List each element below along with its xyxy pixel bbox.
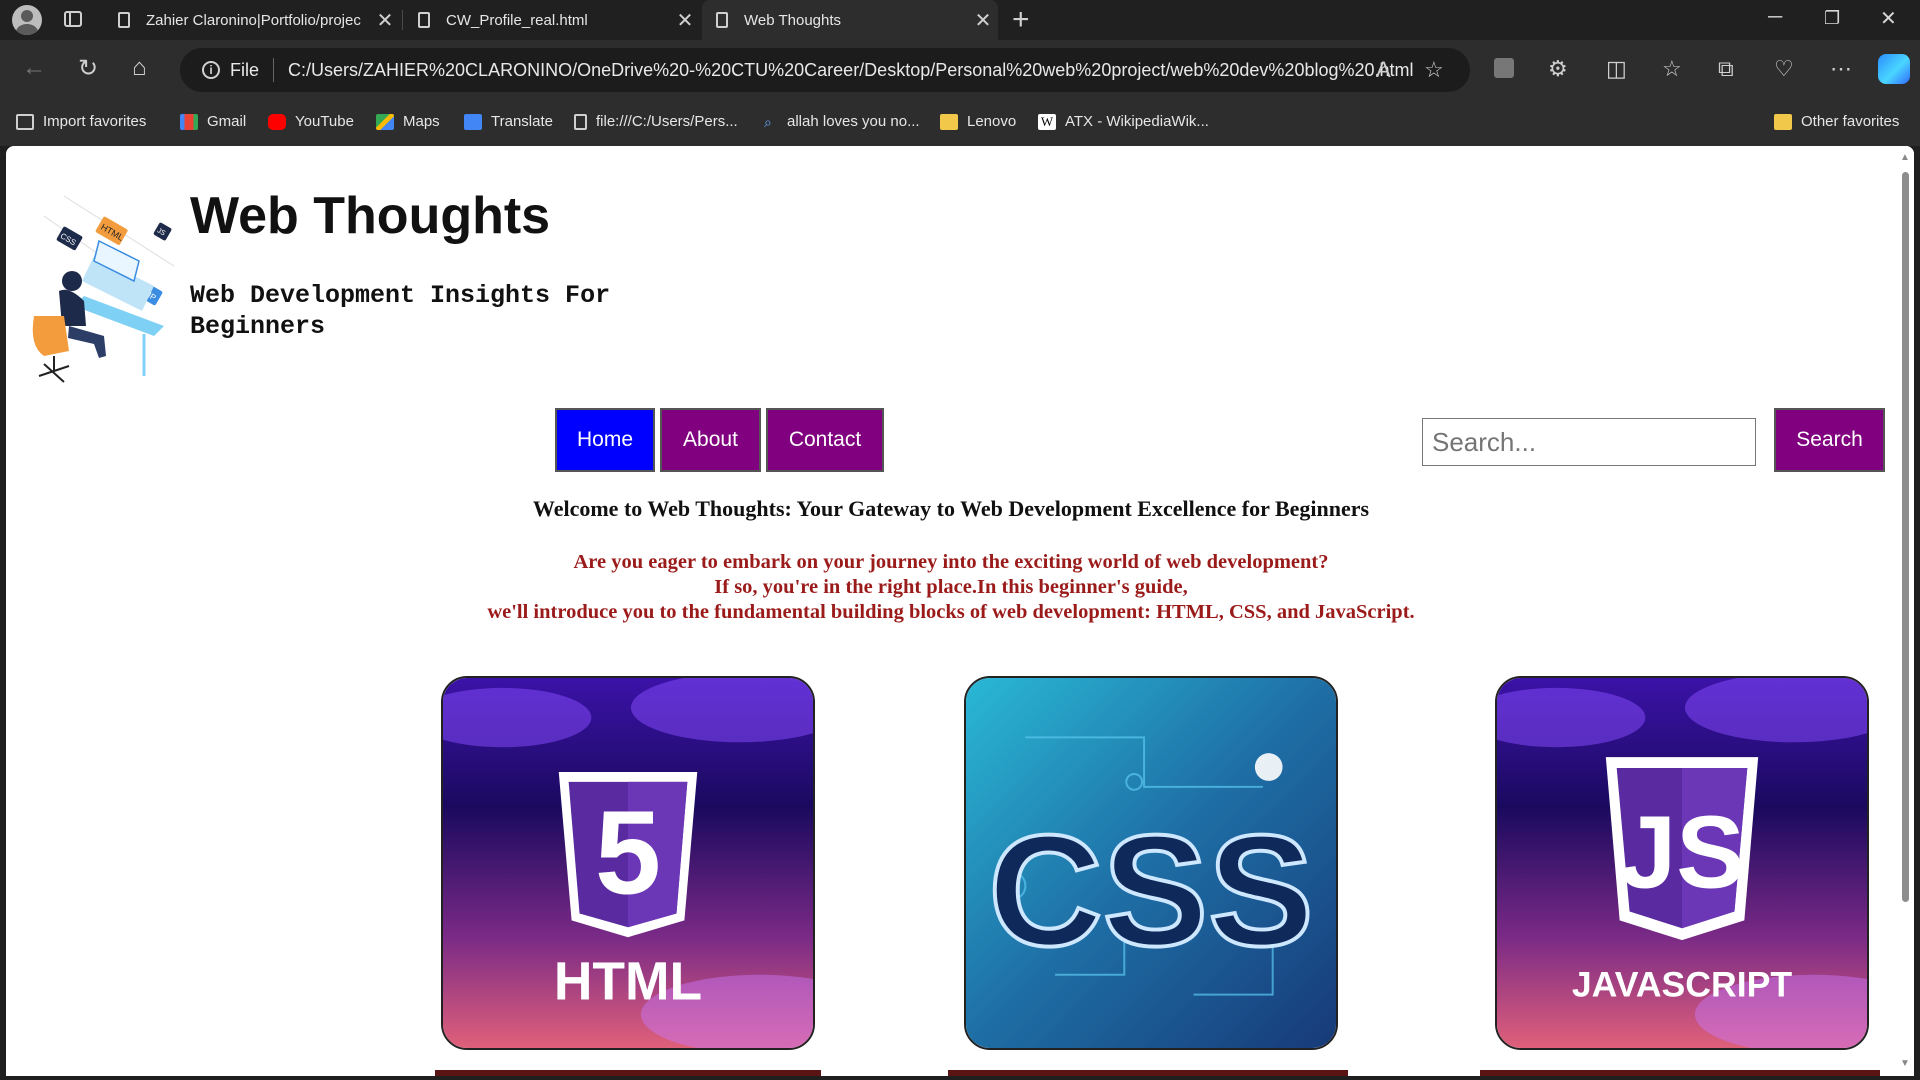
- scroll-up-icon[interactable]: ▲: [1900, 152, 1910, 163]
- intro-line: If so, you're in the right place.In this…: [714, 576, 1188, 598]
- favorite-translate[interactable]: Translate: [464, 113, 553, 130]
- favorite-import[interactable]: Import favorites: [16, 113, 146, 130]
- home-icon[interactable]: ⌂: [132, 54, 147, 82]
- document-icon: [716, 12, 728, 28]
- page-scrollbar[interactable]: ▲ ▼: [1896, 146, 1914, 1076]
- css-card[interactable]: CSS: [964, 676, 1338, 1050]
- import-icon: [16, 113, 34, 130]
- address-separator: [273, 58, 275, 82]
- css-card-footer-bar: [948, 1070, 1348, 1076]
- wikipedia-icon: W: [1038, 113, 1056, 130]
- close-tab-icon[interactable]: ✕: [968, 8, 998, 33]
- search-icon: ⌕: [764, 113, 772, 130]
- tab-separator: [402, 10, 403, 30]
- intro-line: Are you eager to embark on your journey …: [573, 551, 1329, 573]
- tab-actions-icon[interactable]: [64, 11, 82, 27]
- more-menu-icon[interactable]: ⋯: [1830, 56, 1852, 82]
- address-bar[interactable]: i File C:/Users/ZAHIER%20CLARONINO/OneDr…: [180, 48, 1470, 92]
- folder-icon: [940, 113, 958, 130]
- new-tab-icon[interactable]: +: [1012, 3, 1030, 37]
- search-button[interactable]: Search: [1774, 408, 1885, 472]
- html-card-label: HTML: [554, 953, 702, 1012]
- html-card[interactable]: 5 HTML: [441, 676, 815, 1050]
- html-card-footer-bar: [435, 1070, 821, 1076]
- profile-avatar-icon[interactable]: [12, 5, 42, 35]
- split-screen-icon[interactable]: ◫: [1606, 56, 1627, 82]
- html5-badge-text: 5: [595, 788, 661, 920]
- favorites-icon[interactable]: ☆: [1662, 56, 1682, 82]
- favorite-other-folder[interactable]: Other favorites: [1774, 113, 1899, 130]
- browser-essentials-icon[interactable]: ♡: [1774, 56, 1794, 82]
- document-icon: [418, 12, 430, 28]
- scroll-down-icon[interactable]: ▼: [1900, 1058, 1910, 1069]
- extension-icon[interactable]: [1494, 58, 1514, 78]
- nav-home-button[interactable]: Home: [555, 408, 655, 472]
- translate-icon: [464, 113, 482, 130]
- refresh-icon[interactable]: ↻: [78, 54, 98, 83]
- html5-image: 5 HTML: [443, 678, 813, 1048]
- intro-paragraph: Are you eager to embark on your journey …: [6, 550, 1896, 625]
- extensions-icon[interactable]: ⚙: [1548, 56, 1568, 82]
- browser-toolbar: ← ↻ ⌂ i File C:/Users/ZAHIER%20CLARONINO…: [0, 40, 1920, 100]
- nav-contact-button[interactable]: Contact: [766, 408, 884, 472]
- scrollbar-thumb[interactable]: [1902, 172, 1909, 902]
- favorite-maps[interactable]: Maps: [376, 113, 440, 130]
- javascript-card[interactable]: JS JAVASCRIPT: [1495, 676, 1869, 1050]
- back-icon[interactable]: ←: [22, 54, 46, 82]
- file-icon: [574, 113, 587, 130]
- document-icon: [118, 12, 130, 28]
- intro-line: we'll introduce you to the fundamental b…: [487, 601, 1415, 623]
- site-info-icon[interactable]: i: [202, 61, 220, 79]
- search-input[interactable]: [1422, 418, 1756, 466]
- tab-web-thoughts[interactable]: Web Thoughts ✕: [702, 0, 998, 40]
- browser-titlebar: Zahier Claronino|Portfolio/projec ✕ CW_P…: [0, 0, 1920, 40]
- url-text[interactable]: C:/Users/ZAHIER%20CLARONINO/OneDrive%20-…: [288, 60, 1414, 81]
- read-aloud-icon[interactable]: A: [1376, 57, 1391, 83]
- javascript-card-label: JAVASCRIPT: [1572, 965, 1793, 1005]
- close-tab-icon[interactable]: ✕: [670, 8, 700, 33]
- site-subtitle: Web Development Insights For Beginners: [190, 281, 611, 341]
- css-card-label: CSS: [988, 802, 1313, 979]
- css-image: CSS: [966, 678, 1336, 1048]
- tab-portfolio[interactable]: Zahier Claronino|Portfolio/projec ✕: [104, 0, 400, 40]
- maps-icon: [376, 113, 394, 130]
- tab-cw-profile[interactable]: CW_Profile_real.html ✕: [404, 0, 700, 40]
- favorite-gmail[interactable]: Gmail: [180, 113, 246, 130]
- collections-icon[interactable]: ⧉: [1718, 56, 1734, 82]
- js-badge-text: JS: [1619, 795, 1745, 910]
- close-tab-icon[interactable]: ✕: [370, 8, 400, 33]
- scheme-label: File: [230, 59, 260, 80]
- favorite-lenovo-folder[interactable]: Lenovo: [940, 113, 1016, 130]
- gmail-icon: [180, 113, 198, 130]
- developer-illustration-logo: HTML CSS JS PHP: [32, 195, 175, 383]
- folder-icon: [1774, 113, 1792, 130]
- close-window-icon[interactable]: ✕: [1880, 6, 1897, 31]
- copilot-icon[interactable]: [1878, 54, 1910, 84]
- page-viewport: HTML CSS JS PHP Web Thoughts Web Develop…: [6, 146, 1914, 1076]
- site-title: Web Thoughts: [190, 187, 551, 245]
- nav-about-button[interactable]: About: [660, 408, 761, 472]
- welcome-heading: Welcome to Web Thoughts: Your Gateway to…: [532, 496, 1370, 521]
- restore-icon[interactable]: ❐: [1824, 8, 1840, 29]
- favorite-star-icon[interactable]: ☆: [1424, 57, 1444, 83]
- javascript-image: JS JAVASCRIPT: [1497, 678, 1867, 1048]
- favorite-wikipedia[interactable]: W ATX - WikipediaWik...: [1038, 113, 1209, 130]
- favorites-bar: Import favorites Gmail YouTube Maps Tran…: [0, 100, 1920, 146]
- favorite-search[interactable]: ⌕ allah loves you no...: [764, 113, 920, 130]
- youtube-icon: [268, 113, 286, 130]
- favorite-youtube[interactable]: YouTube: [268, 113, 354, 130]
- javascript-card-footer-bar: [1480, 1070, 1880, 1076]
- minimize-icon[interactable]: ─: [1768, 6, 1782, 29]
- favorite-file[interactable]: file:///C:/Users/Pers...: [574, 113, 738, 130]
